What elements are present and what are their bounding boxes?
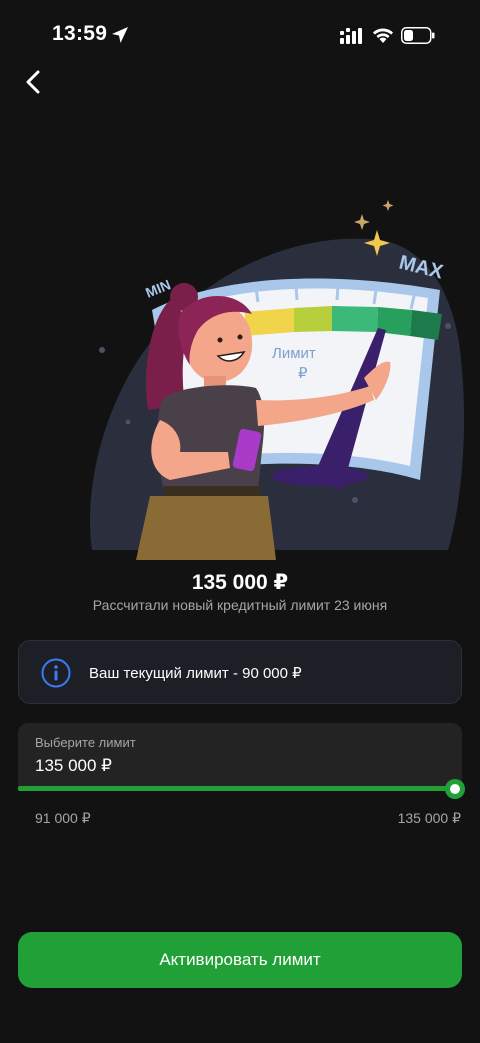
limit-max-value: 135 000 ₽ xyxy=(397,810,461,826)
sparkle-icon xyxy=(354,214,370,230)
limit-field-value[interactable]: 135 000 ₽ xyxy=(35,756,112,776)
info-icon xyxy=(41,658,71,688)
new-limit-subtitle: Рассчитали новый кредитный лимит 23 июня xyxy=(92,597,388,613)
wifi-icon xyxy=(373,28,393,43)
back-button[interactable] xyxy=(18,64,54,100)
sparkle-icon xyxy=(382,200,394,211)
gauge-currency: ₽ xyxy=(298,365,308,382)
location-arrow-icon xyxy=(112,27,128,43)
limit-field-label: Выберите лимит xyxy=(35,735,136,750)
credit-gauge-illustration: Лимит ₽ MIN MAX xyxy=(90,200,465,560)
current-limit-card: Ваш текущий лимит - 90 000 ₽ xyxy=(18,640,462,704)
status-bar: 13:59 xyxy=(0,0,480,70)
dot xyxy=(352,497,358,503)
dot xyxy=(445,323,451,329)
limit-slider-track[interactable] xyxy=(18,786,456,791)
limit-slider-thumb[interactable] xyxy=(445,779,465,799)
activate-limit-button[interactable]: Активировать лимит xyxy=(18,932,462,988)
limit-min-value: 91 000 ₽ xyxy=(35,810,91,826)
dot xyxy=(125,419,131,425)
signal-icon xyxy=(340,28,362,44)
chevron-left-icon xyxy=(26,70,40,94)
new-limit-amount: 135 000 ₽ xyxy=(191,571,289,594)
current-limit-text: Ваш текущий лимит - 90 000 ₽ xyxy=(89,665,302,682)
status-time: 13:59 xyxy=(52,22,108,45)
gauge-min-label: MIN xyxy=(143,276,173,300)
credit-limit-screen: 13:59 Лимит ₽ MIN MAX 135 000 ₽ Рассчита… xyxy=(0,0,480,1043)
battery-icon xyxy=(401,27,435,44)
gauge-label: Лимит xyxy=(272,345,316,362)
dot xyxy=(99,347,105,353)
limit-select-field[interactable]: Выберите лимит 135 000 ₽ xyxy=(18,723,462,789)
